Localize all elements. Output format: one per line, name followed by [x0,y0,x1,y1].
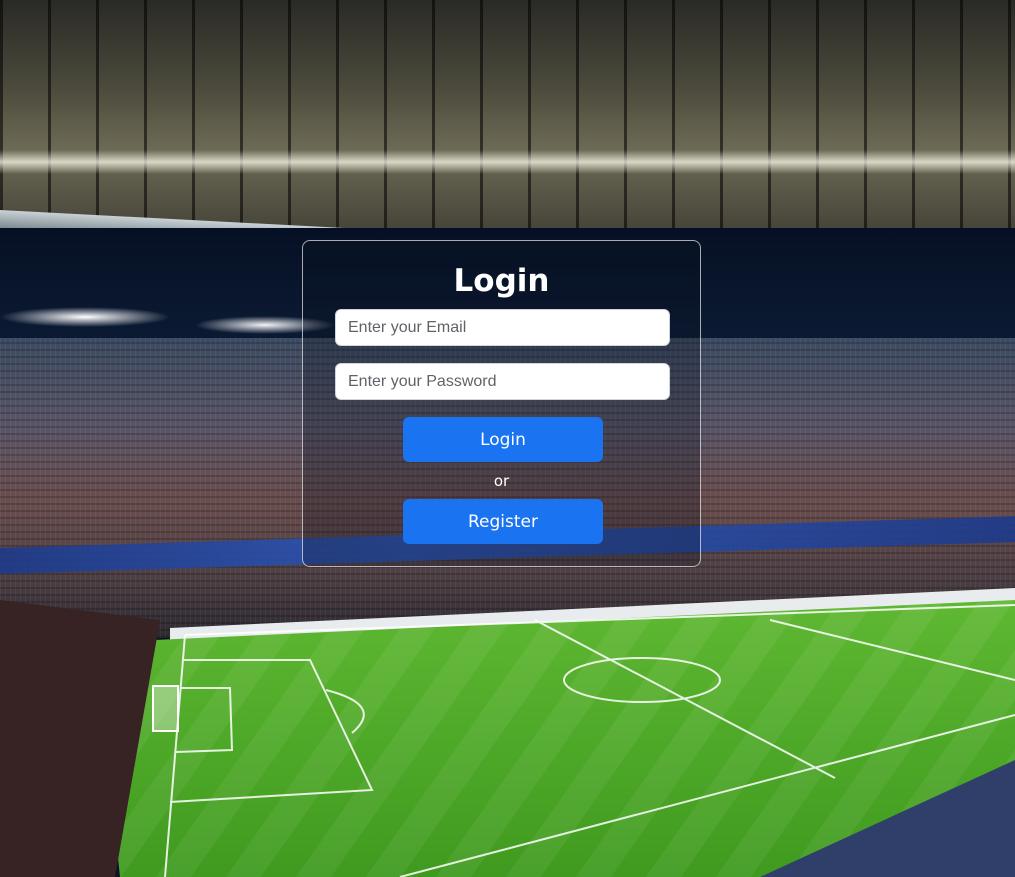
register-button[interactable]: Register [403,499,603,544]
login-button[interactable]: Login [403,417,603,462]
stadium-background [0,0,1015,877]
or-divider-text: or [493,472,510,490]
login-page: Login Login or Register [0,0,1015,877]
login-title: Login [453,263,550,299]
password-input[interactable] [335,363,670,400]
login-card: Login Login or Register [302,240,701,567]
email-input[interactable] [335,309,670,346]
